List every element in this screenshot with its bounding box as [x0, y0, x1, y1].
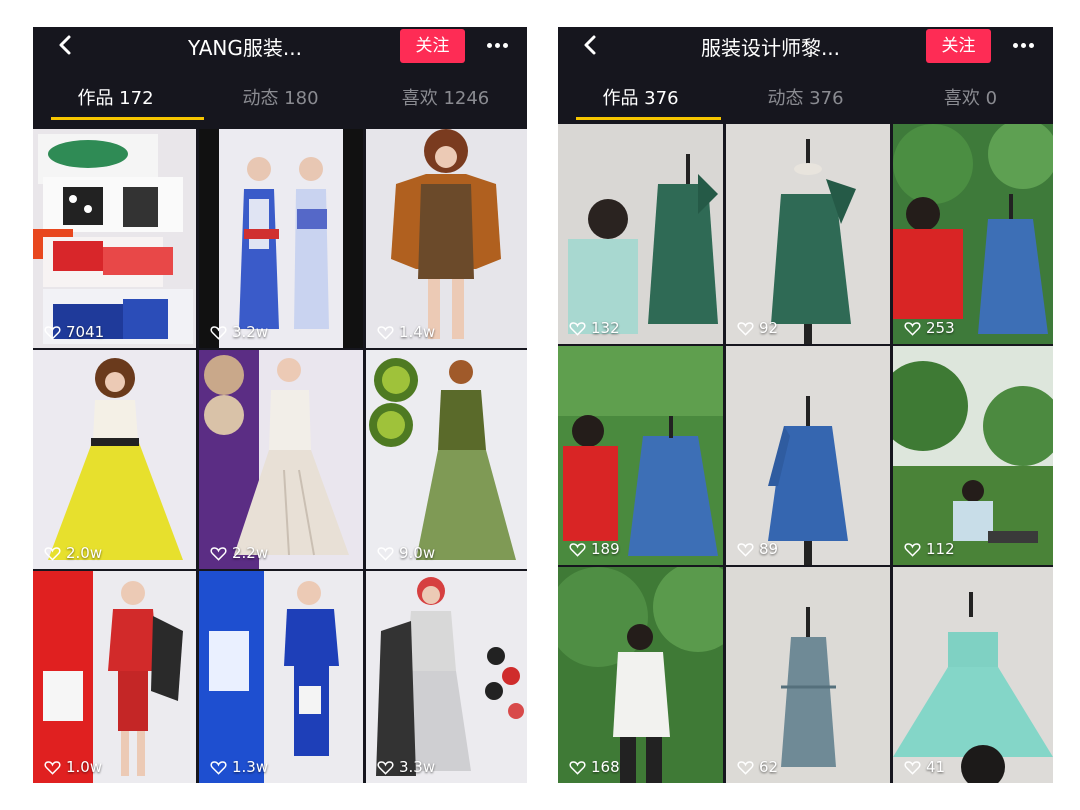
heart-icon	[44, 760, 61, 775]
like-count: 62	[737, 758, 778, 776]
like-count: 132	[569, 319, 620, 337]
video-thumbnail[interactable]: 1.3w	[199, 571, 363, 783]
like-count: 2.2w	[210, 544, 268, 562]
heart-icon	[904, 542, 921, 557]
heart-icon	[377, 325, 394, 340]
like-count: 9.0w	[377, 544, 435, 562]
grey-dress-mannequin-image	[726, 567, 890, 783]
like-count: 1.4w	[377, 323, 435, 341]
video-thumbnail[interactable]: 92	[726, 124, 890, 344]
like-count: 89	[737, 540, 778, 558]
more-dots-icon[interactable]	[487, 43, 508, 49]
heart-icon	[210, 760, 227, 775]
left-profile-screen: YANG服装... 关注 作品 172 动态 180 喜欢 1246 7041 …	[33, 27, 527, 783]
back-arrow-icon[interactable]	[580, 34, 602, 56]
sketch-kiwi-green-image	[366, 350, 527, 569]
blue-dress-mannequin-image	[726, 346, 890, 565]
heart-icon	[569, 321, 586, 336]
heart-icon	[377, 546, 394, 561]
heart-icon	[737, 760, 754, 775]
man-sitting-forest-image	[893, 346, 1053, 565]
sketch-blue-pair-image	[199, 129, 363, 348]
sketch-blue-bin-image	[199, 571, 363, 783]
right-profile-screen: 服装设计师黎... 关注 作品 376 动态 376 喜欢 0 132 92 2…	[558, 27, 1053, 783]
like-count: 1.0w	[44, 758, 102, 776]
sketch-yellow-gown-image	[33, 350, 196, 569]
heart-icon	[44, 325, 61, 340]
video-thumbnail[interactable]: 253	[893, 124, 1053, 344]
video-thumbnail[interactable]: 168	[558, 567, 723, 783]
video-thumbnail[interactable]: 89	[726, 346, 890, 565]
profile-tabs: 作品 376 动态 376 喜欢 0	[558, 77, 1053, 120]
video-thumbnail[interactable]: 62	[726, 567, 890, 783]
sketch-brown-fur-image	[366, 129, 527, 348]
active-tab-indicator	[576, 117, 721, 120]
heart-icon	[210, 325, 227, 340]
sketch-soccer-dress-image	[366, 571, 527, 783]
like-count: 112	[904, 540, 955, 558]
follow-button[interactable]: 关注	[926, 29, 991, 63]
like-count: 1.3w	[210, 758, 268, 776]
more-dots-icon[interactable]	[1013, 43, 1034, 49]
video-thumbnail[interactable]: 3.3w	[366, 571, 527, 783]
like-count: 189	[569, 540, 620, 558]
heart-icon	[44, 546, 61, 561]
tab-works[interactable]: 作品 376	[558, 84, 723, 110]
video-thumbnail[interactable]: 9.0w	[366, 350, 527, 569]
sketch-group-colorful-image	[33, 129, 196, 348]
like-count: 3.3w	[377, 758, 435, 776]
sketch-red-bin-image	[33, 571, 196, 783]
sketch-garlic-purple-image	[199, 350, 363, 569]
profile-title: YANG服装...	[188, 36, 302, 60]
blue-dress-outdoor-kneeling-image	[558, 346, 723, 565]
tab-works[interactable]: 作品 172	[33, 84, 198, 110]
video-thumbnail[interactable]: 1.0w	[33, 571, 196, 783]
man-standing-white-shirt-image	[558, 567, 723, 783]
heart-icon	[737, 542, 754, 557]
like-count: 7041	[44, 323, 104, 341]
back-arrow-icon[interactable]	[55, 34, 77, 56]
video-thumbnail[interactable]: 2.0w	[33, 350, 196, 569]
heart-icon	[569, 760, 586, 775]
tab-likes[interactable]: 喜欢 1246	[363, 84, 527, 110]
top-bar: 服装设计师黎... 关注	[558, 27, 1053, 67]
heart-icon	[569, 542, 586, 557]
tab-likes[interactable]: 喜欢 0	[888, 84, 1053, 110]
heart-icon	[904, 321, 921, 336]
green-dress-mannequin-image	[726, 124, 890, 344]
like-count: 2.0w	[44, 544, 102, 562]
mint-dress-mannequin-image	[893, 567, 1053, 783]
video-thumbnail[interactable]: 132	[558, 124, 723, 344]
video-thumbnail[interactable]: 112	[893, 346, 1053, 565]
like-count: 3.2w	[210, 323, 268, 341]
green-dress-with-man-image	[558, 124, 723, 344]
video-thumbnail[interactable]: 7041	[33, 129, 196, 348]
heart-icon	[377, 760, 394, 775]
heart-icon	[904, 760, 921, 775]
follow-button[interactable]: 关注	[400, 29, 465, 63]
video-thumbnail[interactable]: 41	[893, 567, 1053, 783]
video-thumbnail[interactable]: 3.2w	[199, 129, 363, 348]
tab-activity[interactable]: 动态 376	[723, 84, 888, 110]
video-thumbnail[interactable]: 2.2w	[199, 350, 363, 569]
active-tab-indicator	[51, 117, 204, 120]
like-count: 253	[904, 319, 955, 337]
blue-dress-outdoor-man-image	[893, 124, 1053, 344]
like-count: 92	[737, 319, 778, 337]
heart-icon	[210, 546, 227, 561]
video-thumbnail[interactable]: 1.4w	[366, 129, 527, 348]
profile-title: 服装设计师黎...	[700, 36, 841, 60]
tab-activity[interactable]: 动态 180	[198, 84, 363, 110]
like-count: 168	[569, 758, 620, 776]
heart-icon	[737, 321, 754, 336]
video-thumbnail[interactable]: 189	[558, 346, 723, 565]
like-count: 41	[904, 758, 945, 776]
profile-tabs: 作品 172 动态 180 喜欢 1246	[33, 77, 527, 120]
top-bar: YANG服装... 关注	[33, 27, 527, 67]
